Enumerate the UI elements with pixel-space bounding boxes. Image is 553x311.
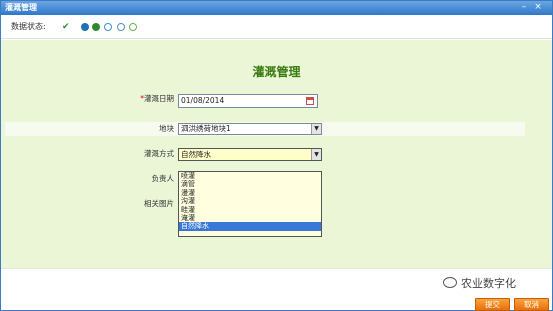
close-icon[interactable]: × — [533, 2, 543, 13]
form-heading: 灌溉管理 — [252, 65, 301, 79]
watermark: 农业数字化 — [443, 277, 516, 291]
method-label: 灌溉方式 — [144, 149, 174, 158]
plot-select[interactable]: 泗洪绣荷地块1 ▼ — [178, 123, 322, 135]
person-label: 负责人 — [151, 174, 175, 183]
cancel-button[interactable]: 取消 — [514, 298, 549, 311]
dropdown-option[interactable]: 滴管 — [179, 180, 321, 188]
footer-bar: 农业数字化 提交 取消 — [1, 268, 552, 311]
dialog-window: 灌溉管理 – × 数据状态: ✔ 灌溉管理 *灌溉日期 01/08/2014 地… — [0, 0, 553, 311]
help-icon[interactable] — [129, 23, 137, 31]
refresh-icon[interactable] — [104, 23, 112, 31]
chevron-down-icon[interactable]: ▼ — [311, 149, 321, 160]
dropdown-option[interactable]: 沟灌 — [179, 197, 321, 205]
status-label: 数据状态: — [11, 22, 46, 31]
photo-label: 相关图片 — [144, 199, 174, 208]
method-value: 自然降水 — [181, 150, 211, 159]
calendar-icon[interactable] — [306, 97, 314, 105]
date-field[interactable]: 01/08/2014 — [178, 94, 318, 108]
method-dropdown-list: 喷灌 滴管 漫灌 沟灌 畦灌 淹灌 自然降水 — [178, 171, 322, 237]
date-label-text: 灌溉日期 — [144, 94, 174, 103]
date-value: 01/08/2014 — [181, 96, 225, 105]
verify-icon[interactable] — [92, 23, 100, 31]
minimize-icon[interactable]: – — [519, 2, 529, 13]
plot-label: 地块 — [159, 124, 174, 133]
dropdown-option-selected[interactable]: 自然降水 — [179, 222, 321, 231]
dropdown-option[interactable]: 畦灌 — [179, 206, 321, 214]
check-icon[interactable]: ✔ — [62, 22, 70, 32]
dropdown-option[interactable]: 喷灌 — [179, 172, 321, 180]
date-label: *灌溉日期 — [114, 94, 174, 104]
submit-button[interactable]: 提交 — [475, 298, 510, 311]
info-icon[interactable] — [117, 23, 125, 31]
method-select[interactable]: 自然降水 ▼ — [178, 148, 322, 161]
chevron-down-icon[interactable]: ▼ — [311, 124, 321, 134]
window-title: 灌溉管理 — [5, 3, 37, 12]
watermark-text: 农业数字化 — [461, 277, 516, 290]
plot-value: 泗洪绣荷地块1 — [181, 124, 231, 133]
wechat-icon — [443, 277, 457, 288]
approve-icon[interactable] — [81, 23, 89, 31]
status-toolbar: 数据状态: ✔ — [1, 15, 552, 39]
title-bar: 灌溉管理 – × — [1, 1, 552, 15]
dropdown-option[interactable]: 漫灌 — [179, 189, 321, 197]
